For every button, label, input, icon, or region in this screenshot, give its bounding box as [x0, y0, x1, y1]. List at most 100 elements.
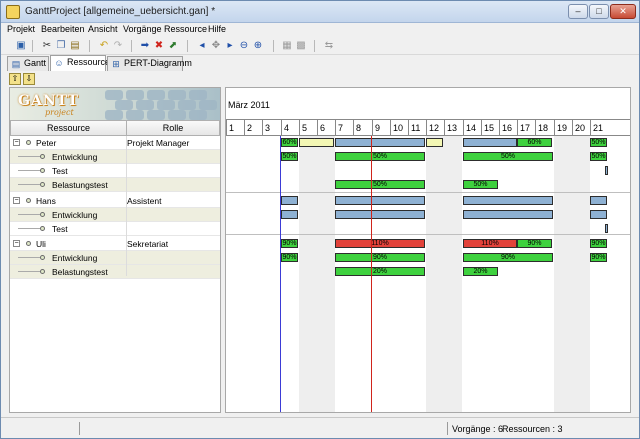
weekend-column: [554, 136, 572, 412]
logo-hexagon: [126, 110, 144, 120]
menu-ressource[interactable]: Ressource: [164, 24, 207, 34]
paste-icon[interactable]: ▤: [69, 40, 81, 52]
menu-projekt[interactable]: Projekt: [7, 24, 35, 34]
unlink-icon[interactable]: ▩: [295, 40, 307, 52]
month-header: März 2011: [226, 88, 630, 120]
resource-row[interactable]: − Peter Projekt Manager: [10, 136, 220, 150]
column-header-ressource[interactable]: Ressource: [10, 120, 127, 136]
load-bar[interactable]: 60%: [281, 138, 298, 147]
resource-name-cell: Entwicklung: [52, 152, 98, 162]
scroll-left-icon[interactable]: ◂: [196, 40, 208, 52]
load-bar[interactable]: 110%: [335, 239, 425, 248]
undo-icon[interactable]: ↶: [98, 40, 110, 52]
load-bar[interactable]: [426, 138, 443, 147]
tab-ressource[interactable]: ☺ Ressource: [50, 55, 110, 71]
status-ressourcen: Ressourcen : 3: [502, 424, 563, 434]
load-bar[interactable]: [463, 196, 553, 205]
assignment-row[interactable]: Test: [10, 222, 220, 236]
scroll-center-icon[interactable]: ✥: [210, 40, 222, 52]
load-bar[interactable]: [463, 138, 517, 147]
resource-row[interactable]: − Uli Sekretariat: [10, 237, 220, 251]
assignment-row[interactable]: Entwicklung: [10, 251, 220, 265]
scroll-right-icon[interactable]: ▸: [224, 40, 236, 52]
load-bar[interactable]: 50%: [281, 152, 298, 161]
resource-row[interactable]: − Hans Assistent: [10, 194, 220, 208]
load-bar[interactable]: [605, 224, 608, 233]
load-bar[interactable]: 50%: [463, 152, 553, 161]
collapse-icon[interactable]: −: [13, 197, 20, 204]
assignment-row[interactable]: Test: [10, 164, 220, 178]
load-bar[interactable]: 50%: [335, 152, 425, 161]
maximize-button[interactable]: □: [589, 4, 609, 19]
resource-load-chart[interactable]: März 2011 1 2 3 4 5 6 7 8 9 10 11 12 13 14 15 16 17 18 19 2…: [225, 87, 631, 413]
load-bar[interactable]: [281, 210, 298, 219]
load-bar[interactable]: [590, 210, 607, 219]
zoom-in-icon[interactable]: ⊕: [252, 40, 264, 52]
menu-hilfe[interactable]: Hilfe: [208, 24, 226, 34]
load-bar[interactable]: 50%: [463, 180, 498, 189]
load-bar[interactable]: [335, 196, 425, 205]
load-bar[interactable]: [463, 210, 553, 219]
load-bar[interactable]: 20%: [335, 267, 425, 276]
move-down-icon[interactable]: ⇩: [23, 73, 35, 85]
collapse-icon[interactable]: −: [13, 139, 20, 146]
zoom-out-icon[interactable]: ⊖: [238, 40, 250, 52]
load-bar[interactable]: 110%: [463, 239, 517, 248]
assignment-row[interactable]: Entwicklung: [10, 208, 220, 222]
logo-hexagon: [147, 90, 165, 100]
move-up-icon[interactable]: ⇧: [9, 73, 21, 85]
minimize-button[interactable]: –: [568, 4, 588, 19]
assignment-row[interactable]: Entwicklung: [10, 150, 220, 164]
load-bar[interactable]: 90%: [590, 253, 607, 262]
status-vorgaenge: Vorgänge : 6: [452, 424, 504, 434]
load-bar[interactable]: 90%: [590, 239, 607, 248]
gantt-icon: ▤: [11, 59, 21, 69]
load-bar[interactable]: 90%: [517, 239, 552, 248]
load-bar[interactable]: 50%: [590, 152, 607, 161]
menu-bearbeiten[interactable]: Bearbeiten: [41, 24, 85, 34]
load-bar[interactable]: 20%: [463, 267, 498, 276]
column-header-rolle[interactable]: Rolle: [126, 120, 220, 136]
tree-connector: [18, 228, 40, 229]
logo-hexagon: [189, 110, 207, 120]
tab-gantt[interactable]: ▤ Gantt: [7, 56, 49, 71]
cut-icon[interactable]: ✂: [41, 40, 53, 52]
load-bar[interactable]: 90%: [281, 239, 298, 248]
load-bar[interactable]: 90%: [335, 253, 425, 262]
menu-ansicht[interactable]: Ansicht: [88, 24, 118, 34]
day-label: 16: [499, 120, 517, 136]
resource-name-cell: Belastungstest: [52, 267, 108, 277]
resource-role-cell: Projekt Manager: [127, 138, 190, 148]
properties-icon[interactable]: ⬈: [167, 40, 179, 52]
load-bar[interactable]: [335, 138, 425, 147]
load-bar[interactable]: 60%: [517, 138, 552, 147]
day-label: 17: [517, 120, 535, 136]
copy-icon[interactable]: ❐: [55, 40, 67, 52]
load-bar[interactable]: 90%: [463, 253, 553, 262]
critical-path-icon[interactable]: ⇆: [323, 40, 335, 52]
resource-icon: [26, 198, 31, 203]
load-bar[interactable]: [335, 210, 425, 219]
save-icon[interactable]: ▣: [15, 40, 27, 52]
collapse-icon[interactable]: −: [13, 240, 20, 247]
load-bar[interactable]: [605, 166, 608, 175]
title-bar[interactable]: GanttProject [allgemeine_uebersicht.gan]…: [1, 1, 639, 23]
menu-vorgaenge[interactable]: Vorgänge: [123, 24, 162, 34]
load-bar[interactable]: [281, 196, 298, 205]
redo-icon[interactable]: ↷: [112, 40, 124, 52]
load-bar[interactable]: 50%: [335, 180, 425, 189]
load-bar[interactable]: [590, 196, 607, 205]
tab-pert[interactable]: ⊞ PERT-Diagramm: [107, 56, 192, 71]
load-bar[interactable]: [299, 138, 334, 147]
assignment-row[interactable]: Belastungstest: [10, 265, 220, 279]
status-separator: [79, 422, 80, 435]
close-button[interactable]: ✕: [610, 4, 636, 19]
resource-name-cell: Test: [52, 166, 68, 176]
load-bar[interactable]: 90%: [281, 253, 298, 262]
indent-icon[interactable]: ➡: [139, 40, 151, 52]
load-bar[interactable]: 50%: [590, 138, 607, 147]
delete-icon[interactable]: ✖: [153, 40, 165, 52]
assignment-row[interactable]: Belastungstest: [10, 178, 220, 192]
main-toolbar: ▣ ✂ ❐ ▤ ↶ ↷ ➡ ✖ ⬈ ◂ ✥ ▸ ⊖ ⊕ ▦ ▩ ⇆: [1, 37, 639, 55]
link-icon[interactable]: ▦: [281, 40, 293, 52]
